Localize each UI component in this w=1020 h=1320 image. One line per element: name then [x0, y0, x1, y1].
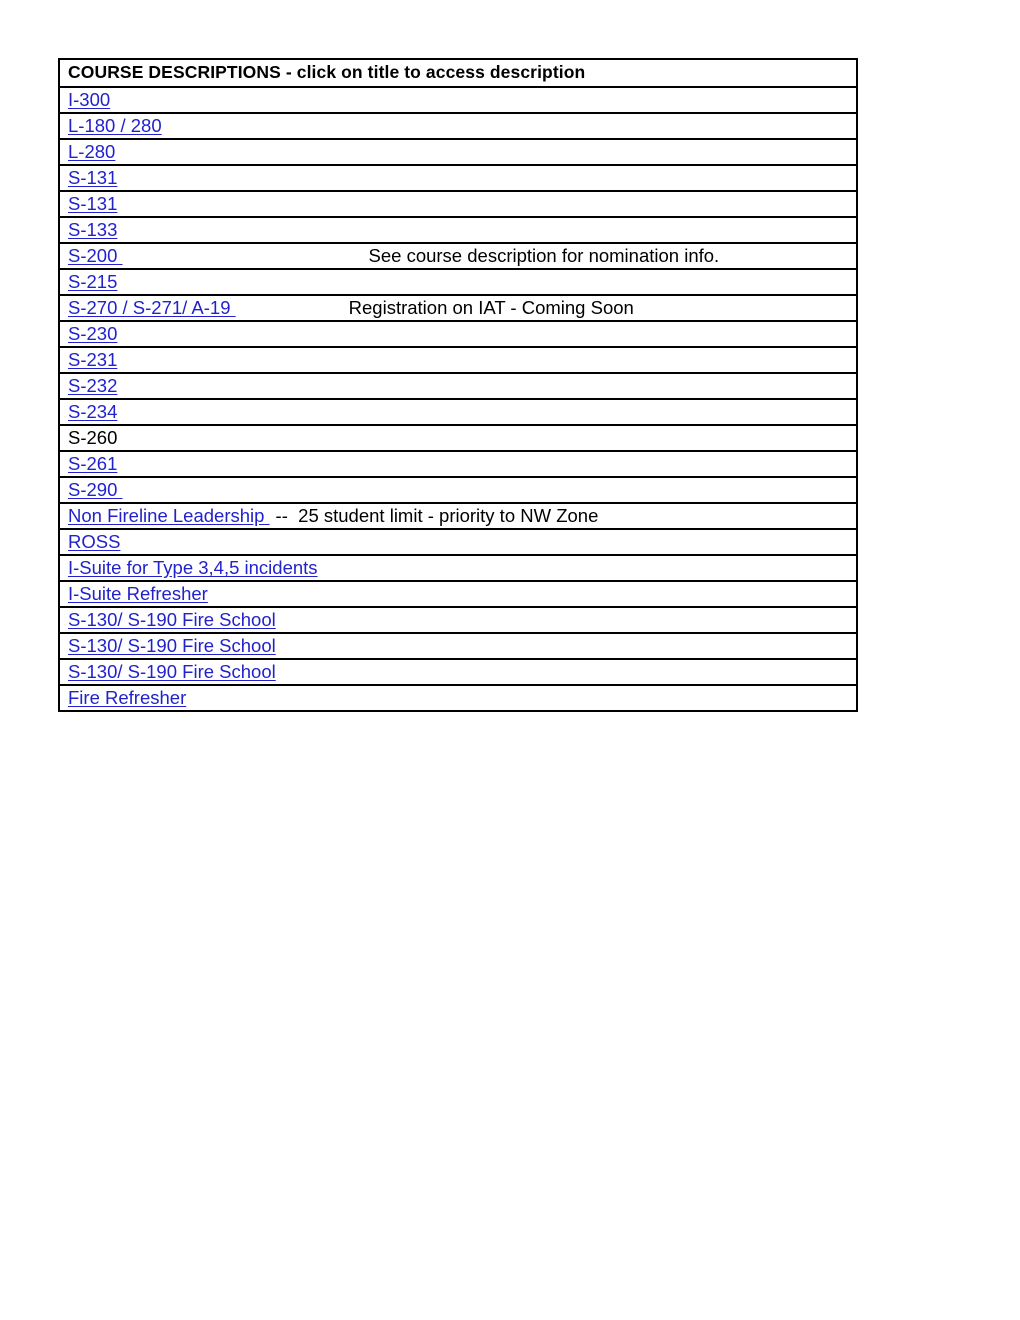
course-cell: S-130/ S-190 Fire School [58, 658, 858, 686]
course-title-link[interactable]: S-131 [68, 193, 117, 214]
table-head: COURSE DESCRIPTIONS - click on title to … [58, 58, 858, 88]
table-row: S-200 See course description for nominat… [58, 242, 858, 270]
course-note: See course description for nomination in… [363, 245, 720, 266]
table-header-row: COURSE DESCRIPTIONS - click on title to … [58, 58, 858, 88]
course-title-link[interactable]: S-130/ S-190 Fire School [68, 609, 276, 630]
course-cell: S-290 [58, 476, 858, 504]
table-row: ROSS [58, 528, 858, 556]
course-cell: Fire Refresher [58, 684, 858, 712]
table-row: S-131 [58, 164, 858, 192]
table-row: I-300 [58, 86, 858, 114]
table-row: S-232 [58, 372, 858, 400]
table-row: L-180 / 280 [58, 112, 858, 140]
course-cell: S-130/ S-190 Fire School [58, 606, 858, 634]
course-cell: S-133 [58, 216, 858, 244]
course-title-link[interactable]: S-215 [68, 271, 117, 292]
course-title-link[interactable]: S-231 [68, 349, 117, 370]
course-title-link[interactable]: S-232 [68, 375, 117, 396]
table-row: L-280 [58, 138, 858, 166]
course-title-link[interactable]: S-130/ S-190 Fire School [68, 661, 276, 682]
course-cell: S-232 [58, 372, 858, 400]
table-row: S-270 / S-271/ A-19 Registration on IAT … [58, 294, 858, 322]
course-cell: I-Suite for Type 3,4,5 incidents [58, 554, 858, 582]
course-title-link[interactable]: S-230 [68, 323, 117, 344]
course-title-link[interactable]: I-Suite for Type 3,4,5 incidents [68, 557, 318, 578]
link-trailing-underline[interactable] [117, 245, 363, 266]
course-cell: S-230 [58, 320, 858, 348]
course-title-link[interactable]: L-280 [68, 141, 115, 162]
page-root: COURSE DESCRIPTIONS - click on title to … [0, 0, 1020, 1320]
link-trailing-underline[interactable] [117, 479, 123, 500]
table-row: S-261 [58, 450, 858, 478]
course-cell: S-261 [58, 450, 858, 478]
course-title-link[interactable]: L-180 / 280 [68, 115, 162, 136]
table-row: S-133 [58, 216, 858, 244]
course-cell: S-260 [58, 424, 858, 452]
course-cell: S-131 [58, 164, 858, 192]
table-row: S-131 [58, 190, 858, 218]
course-title-link[interactable]: S-234 [68, 401, 117, 422]
course-cell: Non Fireline Leadership -- 25 student li… [58, 502, 858, 530]
table-row: S-130/ S-190 Fire School [58, 606, 858, 634]
course-title-link[interactable]: S-261 [68, 453, 117, 474]
link-trailing-underline[interactable] [231, 297, 344, 318]
table-body: I-300 L-180 / 280 L-280 S-131 S-131 S-133 S-20… [58, 86, 858, 712]
course-cell: S-215 [58, 268, 858, 296]
course-title-link[interactable]: S-270 / S-271/ A-19 [68, 297, 231, 318]
course-cell: I-Suite Refresher [58, 580, 858, 608]
course-title-text: S-260 [68, 427, 118, 448]
course-cell: S-234 [58, 398, 858, 426]
course-cell: S-200 See course description for nominat… [58, 242, 858, 270]
course-title-link[interactable]: I-300 [68, 89, 110, 110]
course-title-link[interactable]: ROSS [68, 531, 120, 552]
table-row: S-260 [58, 424, 858, 452]
table-row: S-215 [58, 268, 858, 296]
table-row: S-130/ S-190 Fire School [58, 632, 858, 660]
table-row: Non Fireline Leadership -- 25 student li… [58, 502, 858, 530]
course-title-link[interactable]: S-130/ S-190 Fire School [68, 635, 276, 656]
course-cell: L-280 [58, 138, 858, 166]
course-title-link[interactable]: S-200 [68, 245, 117, 266]
course-cell: S-130/ S-190 Fire School [58, 632, 858, 660]
course-cell: S-270 / S-271/ A-19 Registration on IAT … [58, 294, 858, 322]
table-row: S-230 [58, 320, 858, 348]
course-note: Registration on IAT - Coming Soon [343, 297, 634, 318]
course-title-link[interactable]: S-290 [68, 479, 117, 500]
course-title-link[interactable]: S-131 [68, 167, 117, 188]
table-row: S-231 [58, 346, 858, 374]
course-title-link[interactable]: S-133 [68, 219, 117, 240]
course-cell: I-300 [58, 86, 858, 114]
table-row: S-234 [58, 398, 858, 426]
table-row: S-290 [58, 476, 858, 504]
course-descriptions-table: COURSE DESCRIPTIONS - click on title to … [58, 58, 858, 712]
course-descriptions-table-container: COURSE DESCRIPTIONS - click on title to … [58, 58, 858, 712]
course-cell: S-231 [58, 346, 858, 374]
table-row: I-Suite for Type 3,4,5 incidents [58, 554, 858, 582]
course-cell: S-131 [58, 190, 858, 218]
course-note: -- 25 student limit - priority to NW Zon… [270, 505, 599, 526]
course-title-link[interactable]: Fire Refresher [68, 687, 186, 708]
table-row: S-130/ S-190 Fire School [58, 658, 858, 686]
course-title-link[interactable]: I-Suite Refresher [68, 583, 208, 604]
course-title-link[interactable]: Non Fireline Leadership [68, 505, 264, 526]
table-row: Fire Refresher [58, 684, 858, 712]
table-header-cell: COURSE DESCRIPTIONS - click on title to … [58, 58, 858, 88]
course-cell: ROSS [58, 528, 858, 556]
table-row: I-Suite Refresher [58, 580, 858, 608]
course-cell: L-180 / 280 [58, 112, 858, 140]
